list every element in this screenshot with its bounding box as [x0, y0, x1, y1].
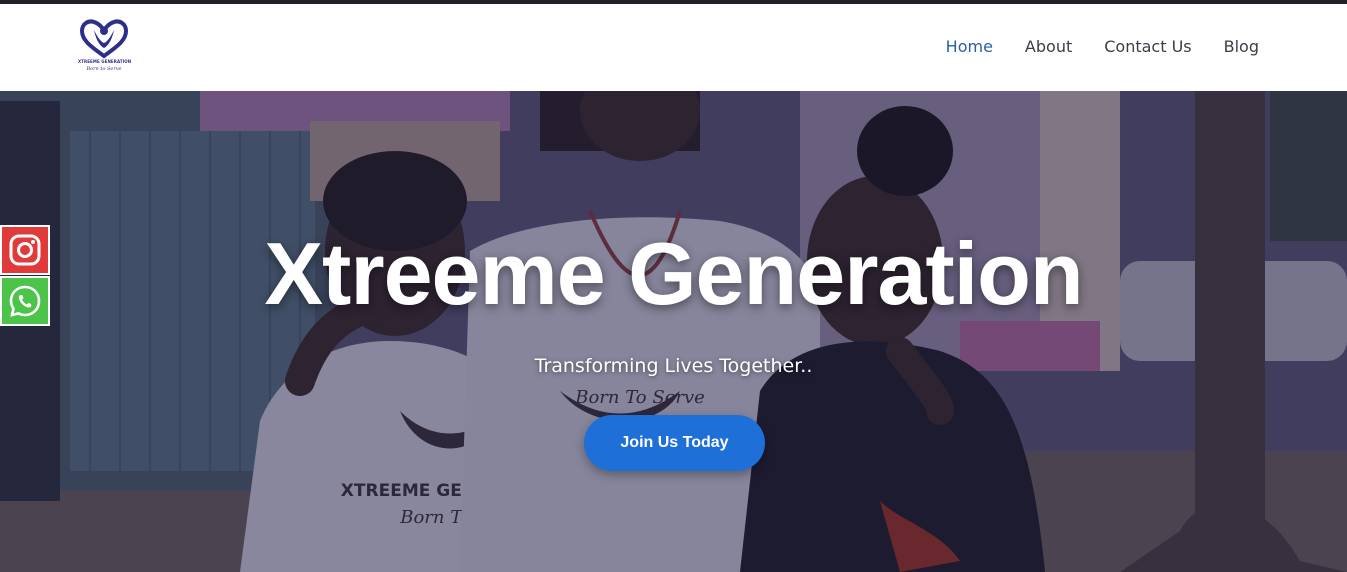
logo-tagline: Born to Serve — [86, 66, 122, 72]
hero-section: XTREEME GENERATION Born To Serve Born To… — [0, 91, 1347, 572]
join-us-button[interactable]: Join Us Today — [584, 415, 765, 471]
hero-title: Xtreeme Generation — [264, 224, 1083, 323]
instagram-icon — [9, 234, 41, 266]
logo-brand-text: XTREEME GENERATION — [78, 59, 132, 64]
main-nav: Home About Contact Us Blog — [946, 37, 1259, 56]
site-header: XTREEME GENERATION Born to Serve Home Ab… — [0, 4, 1347, 91]
nav-about[interactable]: About — [1025, 37, 1072, 56]
heart-logo-icon — [79, 19, 129, 59]
site-logo[interactable]: XTREEME GENERATION Born to Serve — [78, 18, 132, 76]
hero-subtitle: Transforming Lives Together.. — [534, 355, 813, 377]
hero-overlay — [0, 91, 1347, 572]
nav-blog[interactable]: Blog — [1224, 37, 1259, 56]
instagram-link[interactable] — [0, 225, 50, 275]
whatsapp-icon — [9, 285, 41, 317]
whatsapp-link[interactable] — [0, 276, 50, 326]
nav-contact-us[interactable]: Contact Us — [1104, 37, 1191, 56]
nav-home[interactable]: Home — [946, 37, 993, 56]
